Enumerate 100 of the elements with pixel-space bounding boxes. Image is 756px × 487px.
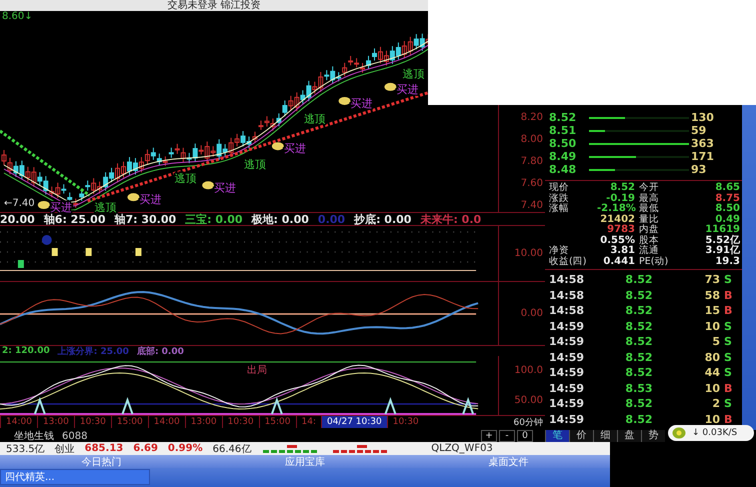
quote-label: 最低 [639,204,660,214]
trade-volume: 5 [711,334,721,350]
trade-price: 8.52 [624,318,654,334]
price-axis-label: 7.80 [520,156,543,167]
quote-label: PE(动) [639,256,669,267]
indicator-value: 底部: 0.00 [136,345,184,358]
quote-label: 收益(四) [549,256,588,267]
trade-side: S [724,334,733,350]
quote-label: 内盘 [639,225,660,235]
market-amount: 533.5亿 [6,442,45,456]
trade-price: 8.52 [624,365,654,380]
index-change-percent: 0.99% [168,443,203,454]
panel-tab[interactable]: 细 [593,430,617,442]
quote-label: 流通 [639,246,660,256]
bid-price: 8.49 [549,150,578,163]
price-axis-label: 8.00 [520,134,543,145]
price-axis-label: 8.20 [520,112,543,123]
panel-tab[interactable]: 笔 [545,430,569,442]
zoom-button[interactable]: 0 [517,430,533,442]
trade-volume: 58 [704,288,721,303]
panel-tab[interactable]: 势 [641,430,665,442]
indicator-value: 上涨分界: 25.00 [58,345,129,358]
quote-label: 量比 [639,214,660,224]
quote-label: 股本 [639,236,660,246]
coin-icon [384,82,396,91]
indicator-value: 轴6: 25.00 [44,212,106,226]
indicator-value: 20.00 [0,212,35,226]
period-label: 60分钟 [514,416,544,428]
trade-side: S [724,365,733,380]
trade-volume: 80 [704,350,721,365]
quote-value: 0.55% [599,236,635,246]
axis-label: 50.00 [514,394,543,406]
trade-time: 14:59 [549,396,586,412]
trade-volume: 15 [704,303,721,318]
account-name: QLZQ_WF03 [431,443,493,454]
time-axis-label: 10:30 [386,416,424,428]
panel-tab[interactable]: 盘 [617,430,641,442]
trade-price: 8.52 [624,303,654,318]
quote-value: 5.52亿 [704,236,740,246]
trade-price: 8.52 [624,412,654,427]
quote-value: 8.50 [714,204,740,214]
time-axis-label: 10:30 [74,416,111,428]
quote-label: 涨跌 [549,194,570,204]
index-value: 685.13 [84,443,124,454]
index-turnover: 66.46亿 [212,442,252,456]
buy-signal-label: 买进 [284,142,306,156]
zoom-button[interactable]: + [481,430,497,442]
trade-price: 8.52 [624,288,654,303]
indicator-value: 轴7: 30.00 [114,212,176,226]
time-axis-label: 14:00 [0,416,37,428]
indicator-value: 2: 120.00 [2,346,50,356]
time-axis-label: 13:00 [184,416,222,428]
time-axis-label: 14:00 [148,416,185,428]
trade-volume: 2 [711,396,721,412]
time-axis-label: 04/27 10:30 [320,416,387,428]
coin-icon [202,181,214,190]
sell-signal-label: 逃顶 [174,172,196,186]
quote-value: 21402 [599,214,635,224]
trade-price: 8.53 [624,380,654,396]
quote-value: 9783 [606,225,635,236]
quote-label: 现价 [549,183,570,193]
trade-time: 14:59 [549,350,586,365]
zoom-button[interactable]: - [499,430,515,442]
coin-icon [128,193,140,202]
bid-volume: 363 [691,137,714,150]
trade-side: B [724,288,734,303]
trade-side: S [724,396,733,412]
network-speed: ↓ 0.03K/S [692,428,738,438]
buy-signal-label: 买进 [139,193,162,206]
stock-name: 坐地生钱 [14,430,54,443]
bid-volume: 59 [691,124,706,137]
stock-code: 6088 [62,430,88,442]
quote-value: 8.75 [714,194,740,204]
quote-value: 11619 [704,225,740,235]
trade-time: 14:59 [549,412,586,427]
sell-signal-label: 逃顶 [402,68,424,81]
time-axis-label: 13:00 [36,416,74,428]
bid-volume: 130 [691,111,714,124]
buy-signal-label: 买进 [350,96,373,110]
quote-value: 3.81 [609,246,635,256]
quote-label: 涨幅 [549,204,570,214]
panel-tab[interactable]: 价 [569,430,593,442]
quote-label: 今开 [639,183,660,193]
trade-side: B [724,303,734,318]
trade-volume: 10 [704,380,721,396]
quote-value: 8.52 [609,183,635,194]
trade-side: S [724,318,733,334]
price-axis-label: 7.40 [520,200,543,212]
exit-signal-label: 出局 [247,364,267,376]
quote-value: 0.441 [602,256,635,267]
bid-price: 8.51 [549,124,578,137]
quote-label: 净资 [549,246,570,256]
quote-label: 最高 [639,194,660,204]
taskbar-button[interactable]: 四代精英... [0,469,150,485]
sell-signal-label: 逃顶 [244,158,266,171]
sell-signal-label: 逃顶 [94,200,117,213]
trade-time: 14:59 [549,334,586,350]
trade-time: 14:59 [549,380,586,396]
trade-side: S [724,272,733,288]
trade-price: 8.52 [624,334,654,350]
